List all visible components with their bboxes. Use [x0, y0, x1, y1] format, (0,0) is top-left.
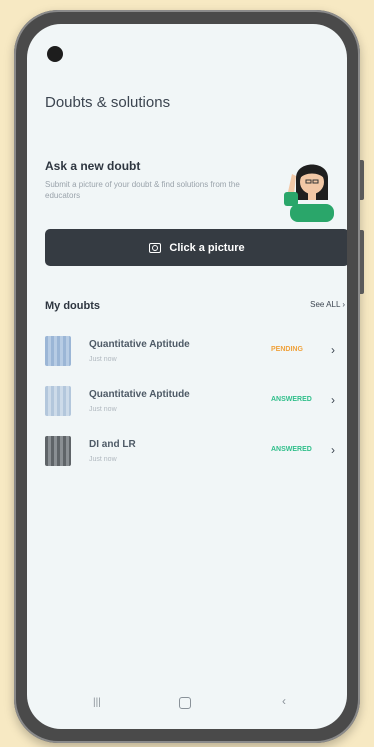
camera-icon	[149, 242, 162, 253]
chevron-right-icon[interactable]: ›	[331, 343, 335, 357]
status-badge: PENDING	[271, 346, 303, 353]
click-picture-button[interactable]: Click a picture	[45, 229, 347, 266]
click-picture-label: Click a picture	[169, 241, 245, 254]
chevron-right-icon[interactable]: ›	[331, 443, 335, 457]
power-button	[360, 230, 364, 294]
see-all-label: See ALL	[310, 300, 341, 309]
status-badge: ANSWERED	[271, 446, 312, 453]
doubt-row[interactable]: Quantitative Aptitude Just now ANSWERED …	[41, 380, 347, 430]
doubt-subject: Quantitative Aptitude	[89, 339, 190, 350]
doubt-time: Just now	[89, 456, 117, 463]
volume-button	[360, 160, 364, 200]
doubt-subject: Quantitative Aptitude	[89, 389, 190, 400]
doubt-row[interactable]: DI and LR Just now ANSWERED ›	[41, 430, 347, 480]
doubt-subject: DI and LR	[89, 439, 136, 450]
doubt-thumbnail	[45, 336, 71, 366]
educator-avatar-illustration	[284, 164, 334, 222]
ask-doubt-title: Ask a new doubt	[45, 159, 141, 173]
doubt-thumbnail	[45, 436, 71, 466]
app-screen: Doubts & solutions Ask a new doubt Submi…	[27, 24, 347, 729]
back-icon[interactable]: ‹	[282, 694, 286, 708]
doubt-time: Just now	[89, 356, 117, 363]
page-title: Doubts & solutions	[45, 94, 171, 111]
system-nav-bar: ||| ‹	[27, 679, 347, 729]
see-all-link[interactable]: See ALL ›	[310, 300, 345, 309]
doubt-time: Just now	[89, 406, 117, 413]
front-camera	[47, 46, 63, 62]
status-badge: ANSWERED	[271, 396, 312, 403]
doubt-row[interactable]: Quantitative Aptitude Just now PENDING ›	[41, 330, 347, 380]
chevron-right-icon: ›	[342, 300, 345, 309]
doubt-thumbnail	[45, 386, 71, 416]
recents-icon[interactable]: |||	[93, 697, 103, 708]
my-doubts-heading: My doubts	[45, 300, 100, 312]
chevron-right-icon[interactable]: ›	[331, 393, 335, 407]
home-icon[interactable]	[179, 697, 191, 709]
ask-doubt-subtitle: Submit a picture of your doubt & find so…	[45, 180, 240, 200]
